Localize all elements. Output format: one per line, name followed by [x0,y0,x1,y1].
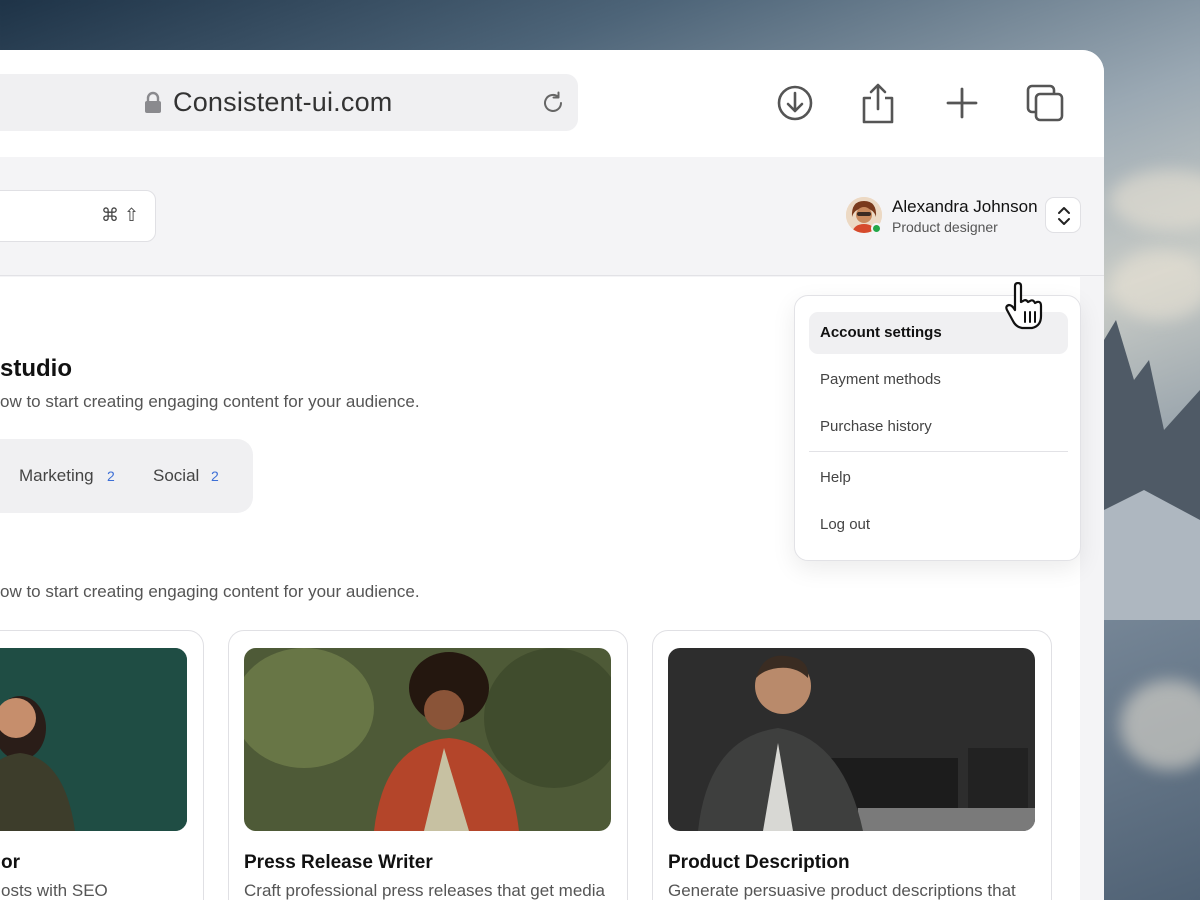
menu-item-payment-methods[interactable]: Payment methods [809,359,1068,401]
tab-social[interactable]: Social [153,466,199,486]
online-status-dot [871,223,882,234]
menu-divider [809,451,1068,452]
menu-item-purchase-history[interactable]: Purchase history [809,406,1068,448]
new-tab-icon[interactable] [943,82,981,124]
card-title: Press Release Writer [244,852,433,873]
address-bar[interactable]: Consistent-ui.com [0,74,578,131]
card-image [668,648,1035,831]
card-image [0,648,187,831]
menu-item-label: Payment methods [820,371,941,388]
wallpaper-cloud [1110,170,1200,230]
category-tabs: Marketing 2 Social 2 [0,439,253,513]
card-title: or [1,852,20,873]
menu-item-label: Account settings [820,324,942,341]
tab-count-badge: 2 [211,468,219,484]
url-text: Consistent-ui.com [173,87,393,117]
card-description: Generate persuasive product descriptions… [668,881,1016,900]
browser-toolbar: Consistent-ui.com [0,50,1104,157]
user-menu-toggle-button[interactable] [1045,197,1081,233]
app-header: ⌘ ⇧ Alexandra Johnson Product designer [0,157,1104,276]
menu-item-label: Purchase history [820,418,932,435]
wallpaper-mountain [1104,320,1200,620]
share-icon[interactable] [859,82,897,124]
wallpaper-cloud [1110,250,1200,320]
card-description: osts with SEO [1,881,108,900]
chevron-up-down-icon [1058,207,1070,225]
card-description: Craft professional press releases that g… [244,881,605,900]
template-card[interactable]: Press Release Writer Craft professional … [228,630,628,900]
tabs-overview-icon[interactable] [1026,82,1064,124]
command-key-icon: ⌘ [101,205,119,226]
download-icon[interactable] [776,82,814,124]
browser-window: Consistent-ui.com ⌘ ⇧ Alexandra Johnson … [0,50,1104,900]
menu-item-log-out[interactable]: Log out [809,504,1068,546]
menu-item-label: Help [820,469,851,486]
wallpaper-cloud [1120,680,1200,770]
page-subtitle: ow to start creating engaging content fo… [0,392,420,411]
search-input[interactable]: ⌘ ⇧ [0,190,156,242]
template-card[interactable]: or osts with SEO [0,630,204,900]
hand-pointer-cursor-icon [1005,282,1043,330]
page-title: studio [0,355,72,382]
app-content: ⌘ ⇧ Alexandra Johnson Product designer s… [0,157,1104,900]
menu-item-label: Log out [820,516,871,533]
user-dropdown-menu: Account settings Payment methods Purchas… [794,295,1081,561]
lock-icon [145,91,161,113]
card-image [244,648,611,831]
section-subtitle: ow to start creating engaging content fo… [0,582,420,601]
card-title: Product Description [668,852,850,873]
menu-item-help[interactable]: Help [809,457,1068,499]
user-name: Alexandra Johnson [892,197,1038,216]
tab-count-badge: 2 [107,468,115,484]
tab-marketing[interactable]: Marketing [19,466,94,486]
shift-key-icon: ⇧ [124,205,140,226]
reload-icon[interactable] [540,90,566,116]
template-card[interactable]: Product Description Generate persuasive … [652,630,1052,900]
user-role: Product designer [892,219,998,235]
